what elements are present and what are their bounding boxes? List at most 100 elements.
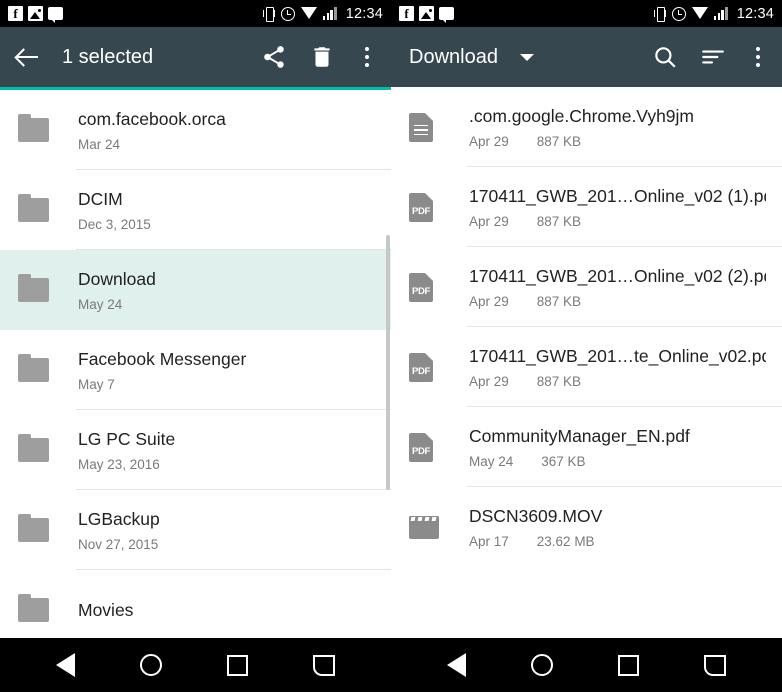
list-item[interactable]: DSCN3609.MOV Apr 17 23.62 MB [391, 487, 782, 567]
item-subtitle: Apr 29 887 KB [469, 214, 766, 229]
item-date: Dec 3, 2015 [78, 216, 151, 232]
trash-icon[interactable] [309, 44, 335, 70]
item-subtitle: Apr 29 887 KB [469, 294, 766, 309]
image-icon [28, 6, 43, 21]
item-date: Mar 24 [78, 136, 121, 152]
item-title: DSCN3609.MOV [469, 505, 603, 526]
alarm-clock-icon [671, 6, 686, 21]
search-icon[interactable] [652, 44, 678, 70]
nav-back-icon[interactable] [447, 653, 467, 677]
row-icon-container: PDF [409, 432, 453, 462]
row-icon-container [409, 112, 453, 142]
right-file-list[interactable]: .com.google.Chrome.Vyh9jm Apr 29 887 KB … [391, 87, 782, 638]
list-item[interactable]: DCIM Dec 3, 2015 [0, 170, 391, 250]
document-icon [409, 112, 433, 142]
back-arrow-icon[interactable] [14, 44, 40, 70]
item-date: Nov 27, 2015 [78, 536, 159, 552]
item-title: Facebook Messenger [78, 348, 247, 369]
list-item-selected[interactable]: Download May 24 [0, 250, 391, 330]
item-date: May 23, 2016 [78, 456, 160, 472]
item-title: Download [78, 268, 156, 289]
message-icon [48, 7, 63, 23]
folder-icon [18, 434, 49, 462]
list-item[interactable]: com.facebook.orca Mar 24 [0, 90, 391, 170]
item-date: May 7 [78, 376, 115, 392]
row-icon-container [18, 354, 62, 382]
row-icon-container [18, 434, 62, 462]
item-date: May 24 [78, 296, 123, 312]
item-subtitle: May 24 [78, 297, 375, 312]
row-text: Download May 24 [62, 269, 375, 312]
row-text: LG PC Suite May 23, 2016 [62, 429, 375, 472]
item-subtitle: May 24 367 KB [469, 454, 766, 469]
dual-screenshot-container: f 12:34 1 selected com.facebook.orca Mar… [0, 0, 782, 692]
folder-icon [18, 514, 49, 542]
overflow-menu-icon[interactable] [756, 46, 760, 68]
list-item[interactable]: PDF 170411_GWB_201…te_Online_v02.pdf Apr… [391, 327, 782, 407]
share-icon[interactable] [261, 44, 287, 70]
item-title: 170411_GWB_201…Online_v02 (2).pdf [469, 265, 766, 286]
item-title: LGBackup [78, 508, 160, 529]
folder-icon [18, 194, 49, 222]
pdf-icon: PDF [409, 432, 433, 462]
row-icon-container: PDF [409, 352, 453, 382]
signal-icon [713, 7, 729, 20]
item-title: com.facebook.orca [78, 108, 226, 129]
overflow-menu-icon[interactable] [365, 46, 369, 68]
nav-menu-icon[interactable] [703, 654, 726, 676]
folder-icon [18, 274, 49, 302]
list-item[interactable]: LG PC Suite May 23, 2016 [0, 410, 391, 490]
list-scrollbar[interactable] [386, 235, 390, 490]
list-item[interactable]: PDF CommunityManager_EN.pdf May 24 367 K… [391, 407, 782, 487]
chevron-down-icon[interactable] [519, 53, 534, 61]
row-text: .com.google.Chrome.Vyh9jm Apr 29 887 KB [453, 106, 766, 149]
pdf-label: PDF [411, 365, 431, 377]
nav-back-icon[interactable] [56, 653, 76, 677]
left-folder-list[interactable]: com.facebook.orca Mar 24 DCIM Dec 3, 201… [0, 90, 391, 638]
row-text: LGBackup Nov 27, 2015 [62, 509, 375, 552]
folder-icon [18, 594, 49, 622]
item-subtitle: Nov 27, 2015 [78, 537, 375, 552]
row-icon-container [409, 515, 453, 539]
row-text: DSCN3609.MOV Apr 17 23.62 MB [453, 506, 766, 549]
row-text: Facebook Messenger May 7 [62, 349, 375, 392]
list-item[interactable]: .com.google.Chrome.Vyh9jm Apr 29 887 KB [391, 87, 782, 167]
list-item[interactable]: PDF 170411_GWB_201…Online_v02 (1).pdf Ap… [391, 167, 782, 247]
right-navigation-bar [391, 638, 782, 692]
nav-menu-icon[interactable] [312, 654, 335, 676]
left-action-bar: 1 selected [0, 27, 391, 87]
right-status-notification-icons: f [399, 6, 454, 23]
item-size: 367 KB [541, 453, 586, 469]
row-text: CommunityManager_EN.pdf May 24 367 KB [453, 426, 766, 469]
item-size: 23.62 MB [536, 533, 595, 549]
item-date: Apr 29 [469, 213, 509, 229]
nav-recents-icon[interactable] [226, 654, 248, 676]
list-item[interactable]: PDF 170411_GWB_201…Online_v02 (2).pdf Ap… [391, 247, 782, 327]
nav-home-icon[interactable] [531, 654, 554, 676]
left-phone-screen: f 12:34 1 selected com.facebook.orca Mar… [0, 0, 391, 692]
left-status-system-icons: 12:34 [262, 6, 383, 22]
sort-icon[interactable] [700, 44, 726, 70]
list-item[interactable]: Movies [0, 570, 391, 638]
alarm-clock-icon [280, 6, 295, 21]
list-item[interactable]: LGBackup Nov 27, 2015 [0, 490, 391, 570]
row-text: com.facebook.orca Mar 24 [62, 109, 375, 152]
facebook-icon: f [399, 6, 414, 21]
row-text: 170411_GWB_201…Online_v02 (1).pdf Apr 29… [453, 186, 766, 229]
item-size: 887 KB [536, 293, 582, 309]
nav-home-icon[interactable] [140, 654, 163, 676]
nav-recents-icon[interactable] [617, 654, 639, 676]
row-icon-container [18, 514, 62, 542]
item-subtitle: Apr 17 23.62 MB [469, 534, 766, 549]
item-subtitle: Dec 3, 2015 [78, 217, 375, 232]
row-text: DCIM Dec 3, 2015 [62, 189, 375, 232]
left-status-notification-icons: f [8, 6, 63, 23]
item-title: DCIM [78, 188, 123, 209]
item-subtitle: Apr 29 887 KB [469, 374, 766, 389]
vibrate-icon [262, 6, 275, 22]
item-size: 887 KB [536, 213, 582, 229]
item-title: .com.google.Chrome.Vyh9jm [469, 105, 695, 126]
item-title: 170411_GWB_201…Online_v02 (1).pdf [469, 185, 766, 206]
item-date: Apr 17 [469, 533, 509, 549]
list-item[interactable]: Facebook Messenger May 7 [0, 330, 391, 410]
